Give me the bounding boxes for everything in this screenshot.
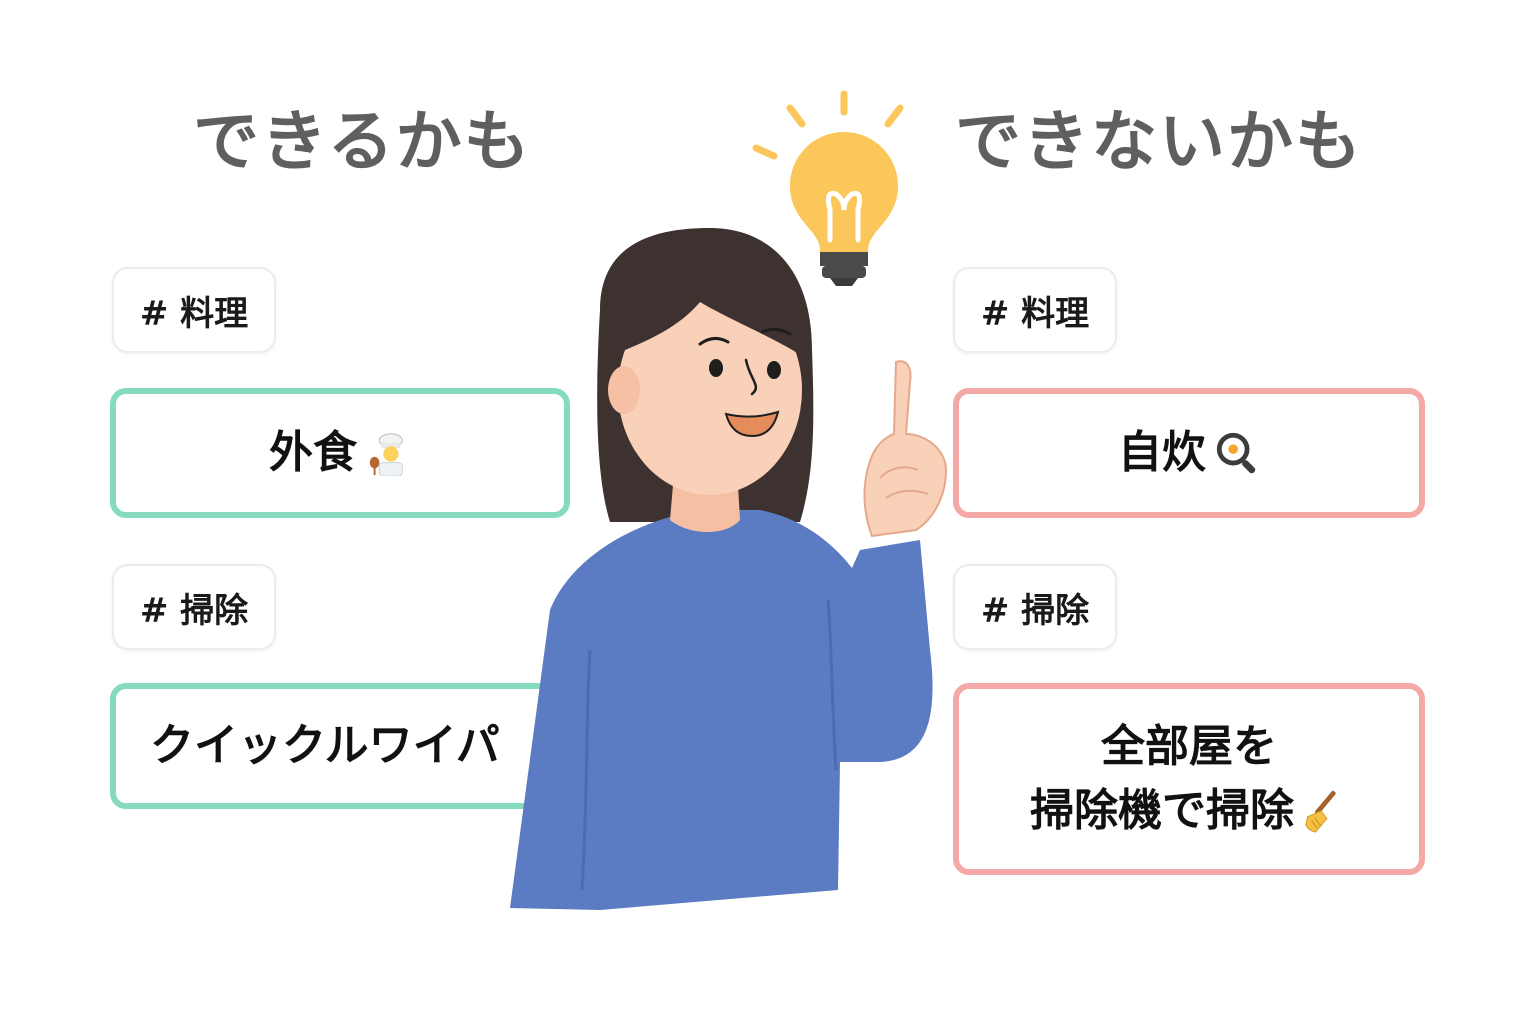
card-eating-out-label: 外食 [269,427,357,479]
tag-cleaning-right: # 掃除 [953,564,1117,650]
card-quickle-wiper-label: クイックルワイパ [150,720,500,772]
card-vacuum-line1: 全部屋を [1101,721,1277,773]
woman-pointing-illustration [510,90,948,910]
card-home-cooking: 自炊 [953,388,1425,518]
frying-pan-egg-icon [1216,432,1256,474]
heading-can-do: できるかも [193,103,532,180]
card-home-cooking-label: 自炊 [1118,427,1206,479]
chef-emoji-icon [369,433,403,476]
lightbulb-icon [790,132,898,286]
tag-cleaning-left: # 掃除 [112,564,276,650]
heading-cannot-do: できないかも [955,103,1363,180]
broom-icon [1305,790,1336,833]
tag-cooking-right: # 料理 [953,267,1117,353]
tag-cooking-left: # 料理 [112,267,276,353]
card-vacuum-all-rooms: 全部屋を 掃除機で掃除 [953,683,1425,875]
card-vacuum-line2: 掃除機で掃除 [1030,785,1294,836]
